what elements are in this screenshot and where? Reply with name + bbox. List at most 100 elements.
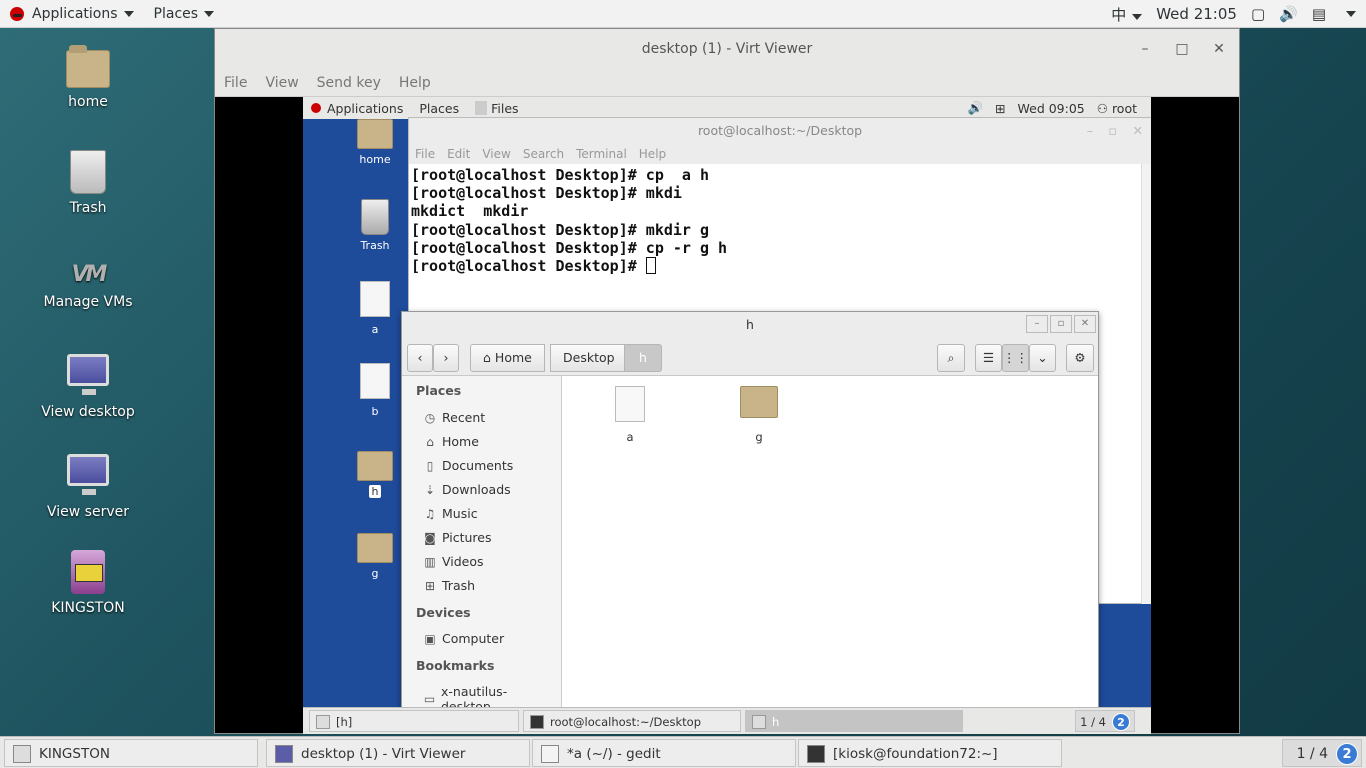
- sidebar-item-videos[interactable]: ▥ Videos: [422, 554, 483, 569]
- volume-icon[interactable]: 🔊: [1279, 5, 1298, 23]
- sidebar-item-pictures[interactable]: ◙ Pictures: [422, 530, 491, 545]
- document-icon: ▯: [426, 458, 434, 473]
- close-icon[interactable]: ✕: [1133, 118, 1143, 144]
- sidebar-item-recent[interactable]: ◷ Recent: [422, 410, 485, 425]
- menu-file[interactable]: File: [215, 75, 256, 91]
- minimize-icon[interactable]: –: [1087, 118, 1093, 144]
- gear-icon: ⚙: [1074, 350, 1086, 365]
- terminal-scrollbar[interactable]: [1141, 164, 1151, 604]
- file-manager-titlebar[interactable]: h – ▫ ✕: [402, 312, 1098, 338]
- network-icon[interactable]: ⊞: [995, 101, 1005, 116]
- trash-icon: [70, 150, 106, 194]
- guest-places-menu[interactable]: Places: [411, 101, 467, 116]
- breadcrumb-home[interactable]: ⌂ Home: [470, 344, 545, 372]
- sidebar-item-trash[interactable]: ⊞ Trash: [422, 578, 475, 593]
- maximize-icon[interactable]: ▫: [1109, 118, 1117, 144]
- settings-button[interactable]: ⚙: [1066, 344, 1094, 372]
- file-manager-icon: [316, 715, 330, 729]
- virt-viewer-menubar: File View Send key Help: [215, 69, 1239, 97]
- minimize-icon[interactable]: –: [1133, 37, 1157, 61]
- grid-view-button[interactable]: ⋮⋮: [1002, 344, 1029, 372]
- sidebar-item-documents[interactable]: ▯ Documents: [422, 458, 514, 473]
- term-menu-terminal[interactable]: Terminal: [570, 147, 633, 161]
- guest-display[interactable]: Applications Places Files 🔊 ⊞ Wed 09:05 …: [303, 97, 1151, 734]
- desktop-icon-view-server[interactable]: View server: [33, 454, 143, 520]
- maximize-icon[interactable]: □: [1170, 37, 1194, 61]
- guest-workspace-indicator[interactable]: 1 / 42: [1075, 710, 1135, 732]
- term-menu-view[interactable]: View: [476, 147, 516, 161]
- guest-task-item[interactable]: [h]: [309, 710, 519, 732]
- desktop-icon-view-desktop[interactable]: View desktop: [33, 354, 143, 420]
- volume-icon[interactable]: 🔊: [967, 100, 983, 116]
- folder-item-g[interactable]: g: [724, 386, 794, 444]
- guest-files-menu[interactable]: Files: [467, 101, 526, 116]
- menu-help[interactable]: Help: [390, 75, 440, 91]
- guest-icon-trash[interactable]: Trash: [345, 199, 405, 252]
- desktop-icon-home[interactable]: home: [33, 45, 143, 110]
- clock[interactable]: Wed 21:05: [1156, 5, 1237, 23]
- close-icon[interactable]: ✕: [1207, 37, 1231, 61]
- guest-icon-h[interactable]: h: [345, 451, 405, 498]
- maximize-icon[interactable]: ▫: [1050, 315, 1072, 333]
- file-item-a[interactable]: a: [595, 386, 665, 444]
- sidebar-item-computer[interactable]: ▣ Computer: [422, 631, 504, 646]
- chevron-down-icon: [204, 10, 215, 17]
- sidebar-item-home[interactable]: ⌂ Home: [422, 434, 479, 449]
- guest-task-item[interactable]: root@localhost:~/Desktop: [523, 710, 741, 732]
- applications-menu[interactable]: Applications: [0, 0, 144, 28]
- minimize-icon[interactable]: –: [1026, 315, 1048, 333]
- screen-icon[interactable]: ▢: [1251, 5, 1265, 23]
- sidebar-item-downloads[interactable]: ⇣ Downloads: [422, 482, 511, 497]
- host-task-item[interactable]: [kiosk@foundation72:~]: [798, 739, 1062, 767]
- guest-icon-g[interactable]: g: [345, 533, 405, 580]
- folder-icon: [357, 451, 393, 481]
- guest-icon-home[interactable]: home: [345, 119, 405, 166]
- desktop-icon-trash[interactable]: Trash: [33, 150, 143, 216]
- desktop-icon-kingston[interactable]: KINGSTON: [33, 550, 143, 616]
- sidebar-header-places: Places: [416, 383, 462, 398]
- guest-clock[interactable]: Wed 09:05: [1018, 101, 1085, 116]
- system-menu-chevron-icon[interactable]: [1346, 11, 1356, 17]
- forward-button[interactable]: ›: [433, 344, 459, 372]
- breadcrumb-desktop[interactable]: Desktop: [550, 344, 628, 372]
- redhat-logo-icon: [10, 6, 24, 21]
- term-menu-edit[interactable]: Edit: [441, 147, 476, 161]
- menu-view[interactable]: View: [256, 75, 307, 91]
- back-button[interactable]: ‹: [407, 344, 433, 372]
- search-icon: ⌕: [947, 350, 955, 365]
- desktop-icon-manage-vms[interactable]: VM Manage VMs: [33, 262, 143, 310]
- terminal-output[interactable]: [root@localhost Desktop]# cp a h [root@lo…: [411, 166, 1141, 275]
- search-button[interactable]: ⌕: [937, 344, 965, 372]
- guest-icon-a[interactable]: a: [345, 281, 405, 336]
- guest-applications-menu[interactable]: Applications: [303, 101, 411, 116]
- input-method-indicator[interactable]: 中: [1111, 4, 1143, 25]
- view-options-button[interactable]: ⌄: [1029, 344, 1056, 372]
- host-workspace-indicator[interactable]: 1 / 42: [1282, 739, 1362, 767]
- menu-send-key[interactable]: Send key: [308, 75, 390, 91]
- host-task-item[interactable]: desktop (1) - Virt Viewer: [266, 739, 530, 767]
- file-manager-content[interactable]: a g: [562, 376, 1098, 707]
- term-menu-search[interactable]: Search: [517, 147, 570, 161]
- places-menu[interactable]: Places: [144, 0, 225, 28]
- host-task-item[interactable]: *a (~/) - gedit: [532, 739, 796, 767]
- text-editor-icon: [541, 745, 559, 763]
- guest-task-item[interactable]: h: [745, 710, 963, 732]
- sidebar-item-music[interactable]: ♫ Music: [422, 506, 478, 521]
- breadcrumb-h[interactable]: h: [624, 344, 662, 372]
- places-label: Places: [153, 5, 199, 22]
- folder-icon: [357, 533, 393, 563]
- list-view-button[interactable]: ☰: [975, 344, 1002, 372]
- term-menu-help[interactable]: Help: [633, 147, 672, 161]
- file-manager-sidebar: Places ◷ Recent ⌂ Home ▯ Documents ⇣ Downloa…: [402, 376, 562, 714]
- notification-badge: 2: [1336, 743, 1358, 765]
- virt-viewer-titlebar[interactable]: desktop (1) - Virt Viewer – □ ✕: [215, 29, 1239, 69]
- user-menu[interactable]: ⚇ root: [1097, 101, 1137, 116]
- term-menu-file[interactable]: File: [409, 147, 441, 161]
- music-icon: ♫: [424, 506, 436, 521]
- guest-icon-b[interactable]: b: [345, 363, 405, 418]
- terminal-titlebar[interactable]: root@localhost:~/Desktop – ▫ ✕: [409, 118, 1151, 144]
- files-icon: [475, 101, 488, 115]
- close-icon[interactable]: ✕: [1074, 315, 1096, 333]
- host-task-item[interactable]: KINGSTON: [4, 739, 258, 767]
- battery-icon[interactable]: ▤: [1312, 5, 1326, 23]
